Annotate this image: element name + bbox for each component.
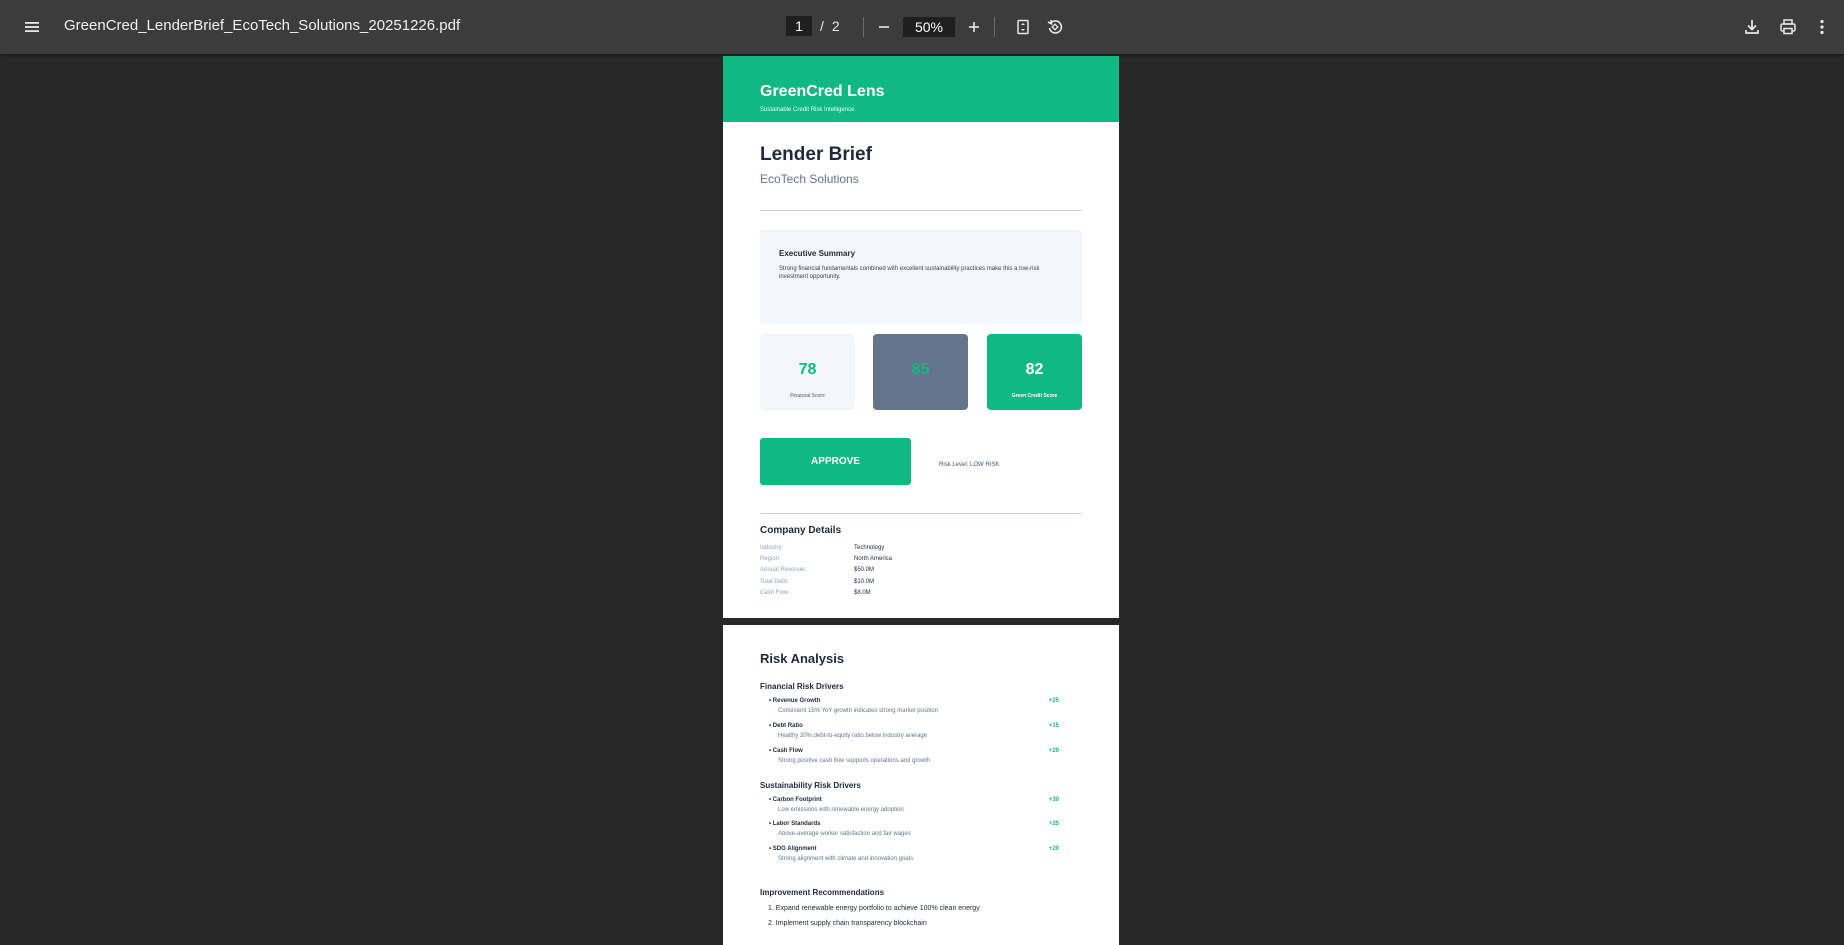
sustainability-drivers-title: Sustainability Risk Drivers [760, 781, 861, 790]
pdf-page-1: GreenCred Lens Sustainable Credit Risk I… [723, 56, 1119, 618]
driver-name: • Carbon Footprint [769, 797, 822, 803]
download-button[interactable] [1736, 11, 1768, 43]
page-control: / 2 [786, 16, 840, 36]
driver-item: • SDG Alignment Strong alignment with cl… [769, 846, 1059, 868]
driver-item: • Carbon Footprint Low emissions with re… [769, 797, 1059, 819]
recommendation-item: 1. Expand renewable energy portfolio to … [768, 905, 980, 912]
zoom-level-input[interactable] [903, 17, 955, 37]
driver-score: +20 [1048, 846, 1059, 852]
download-icon [1745, 20, 1759, 34]
section-divider [760, 513, 1082, 514]
driver-item: • Debt Ratio Healthy 20% debt-to-equity … [769, 723, 1059, 745]
detail-value: $8.0M [854, 590, 871, 596]
total-pages: 2 [831, 18, 840, 34]
risk-level-text: Risk Level: LOW RISK [939, 462, 1000, 468]
zoom-out-button[interactable] [868, 11, 900, 43]
detail-value: $10.0M [854, 579, 875, 585]
detail-value: $50.0M [854, 567, 875, 573]
more-vert-icon [1820, 19, 1824, 35]
rotate-icon [1047, 19, 1063, 34]
driver-item: • Cash Flow Strong positive cash flow su… [769, 748, 1059, 770]
brand-name: GreenCred Lens [760, 83, 885, 100]
driver-description: Healthy 20% debt-to-equity ratio below i… [778, 733, 928, 739]
detail-key: Total Debt: [760, 579, 789, 585]
financial-score-value: 78 [798, 361, 817, 378]
driver-item: • Revenue Growth Consistent 15% YoY grow… [769, 698, 1059, 720]
pdf-page-2: Risk Analysis Financial Risk Drivers • R… [723, 625, 1119, 945]
driver-score: +25 [1048, 698, 1059, 704]
company-details-title: Company Details [760, 525, 842, 536]
detail-key: Region: [760, 556, 781, 562]
more-actions-button[interactable] [1808, 11, 1836, 43]
executive-summary-text: Strong financial fundamentals combined w… [779, 266, 1040, 280]
toolbar-divider [863, 17, 864, 37]
zoom-in-icon [969, 22, 979, 32]
detail-value: North America [854, 556, 893, 562]
recommendations-title: Improvement Recommendations [760, 888, 885, 897]
document-title: GreenCred_LenderBrief_EcoTech_Solutions_… [64, 17, 461, 34]
toolbar-divider [994, 17, 995, 37]
menu-icon [25, 22, 39, 32]
driver-score: +25 [1048, 821, 1059, 827]
green-credit-score-card: 82 Green Credit Score [987, 334, 1082, 410]
driver-description: Strong alignment with climate and innova… [778, 856, 914, 862]
detail-key: Cash Flow: [760, 590, 791, 596]
detail-value: Technology [854, 545, 885, 551]
driver-item: • Labor Standards Above-average worker s… [769, 821, 1059, 843]
driver-name: • Debt Ratio [769, 723, 803, 729]
driver-description: Consistent 15% YoY growth indicates stro… [778, 708, 938, 714]
green-credit-score-value: 82 [1025, 361, 1044, 378]
page-separator: / [820, 18, 824, 34]
report-heading: Lender Brief [760, 144, 872, 165]
driver-score: +15 [1048, 723, 1059, 729]
detail-key: Industry: [760, 545, 784, 551]
zoom-out-icon [879, 26, 889, 28]
fit-page-icon [1017, 19, 1029, 35]
driver-name: • Cash Flow [769, 748, 803, 754]
financial-drivers-title: Financial Risk Drivers [760, 682, 844, 691]
driver-name: • Revenue Growth [769, 698, 821, 704]
esg-score-card: 85 [873, 334, 968, 410]
executive-summary-title: Executive Summary [779, 249, 856, 258]
pdf-toolbar: GreenCred_LenderBrief_EcoTech_Solutions_… [0, 0, 1844, 54]
financial-score-label: Financial Score [790, 393, 825, 399]
executive-summary-box: Executive Summary Strong financial funda… [760, 230, 1082, 324]
brand-tagline: Sustainable Credit Risk Intelligence [760, 107, 855, 113]
driver-description: Strong positive cash flow supports opera… [778, 758, 931, 764]
green-credit-score-label: Green Credit Score [1011, 393, 1058, 399]
fit-page-button[interactable] [1007, 11, 1039, 43]
driver-name: • Labor Standards [769, 821, 821, 827]
driver-score: +20 [1048, 748, 1059, 754]
zoom-control [903, 17, 955, 37]
esg-score-value: 85 [911, 361, 930, 378]
driver-score: +30 [1048, 797, 1059, 803]
report-header: GreenCred Lens Sustainable Credit Risk I… [723, 56, 1119, 122]
decision-badge: APPROVE [760, 438, 911, 485]
financial-score-card: 78 Financial Score [760, 334, 855, 410]
driver-description: Low emissions with renewable energy adop… [778, 807, 904, 813]
risk-analysis-title: Risk Analysis [760, 651, 845, 666]
page-number-input[interactable] [786, 16, 812, 36]
print-icon [1780, 19, 1796, 35]
company-name: EcoTech Solutions [760, 172, 859, 186]
recommendation-item: 2. Implement supply chain transparency b… [768, 920, 927, 927]
zoom-in-button[interactable] [958, 11, 990, 43]
driver-description: Above-average worker satisfaction and fa… [778, 831, 911, 837]
rotate-button[interactable] [1039, 11, 1071, 43]
driver-name: • SDG Alignment [769, 846, 817, 852]
menu-button[interactable] [16, 11, 48, 43]
print-button[interactable] [1772, 11, 1804, 43]
detail-key: Annual Revenue: [760, 567, 807, 573]
section-divider [760, 210, 1082, 211]
